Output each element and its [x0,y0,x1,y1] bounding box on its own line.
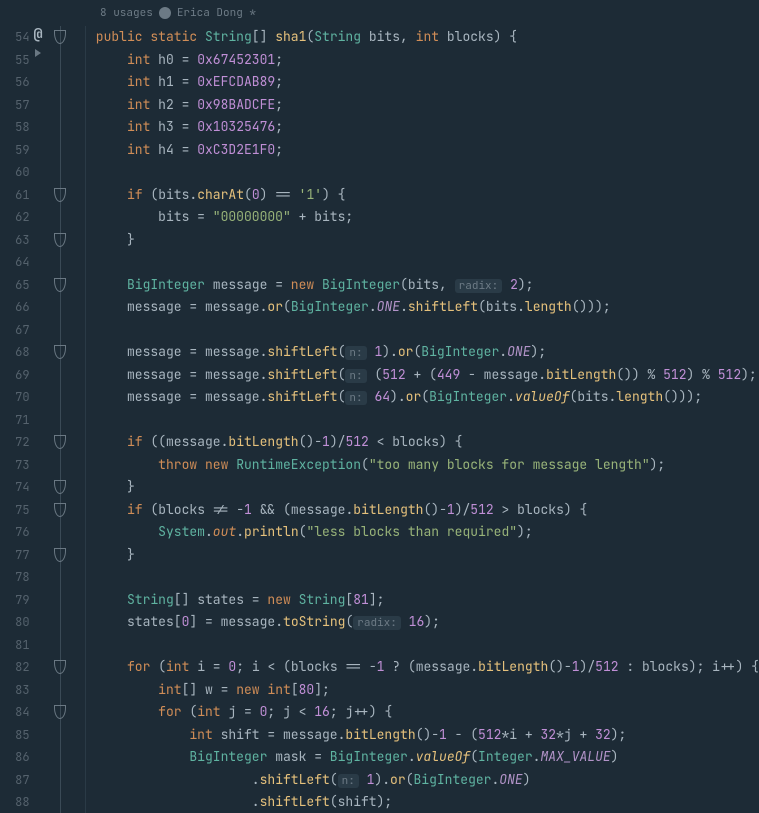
line-number[interactable]: 64 [0,251,30,274]
code-line[interactable]: if ((message.bitLength()-1)/512 < blocks… [96,431,759,454]
line-number[interactable]: 80 [0,611,30,634]
code-area[interactable]: public static String[] sha1(String bits,… [86,26,759,813]
line-number[interactable]: 78 [0,566,30,589]
line-number[interactable]: 58 [0,116,30,139]
line-number[interactable]: 86 [0,746,30,769]
line-number-gutter[interactable]: 5455565758596061626364656667686970717273… [0,26,36,813]
code-line[interactable]: BigInteger message = new BigInteger(bits… [96,274,759,297]
line-number[interactable]: 57 [0,94,30,117]
line-number[interactable]: 88 [0,791,30,813]
line-number[interactable]: 71 [0,409,30,432]
code-line[interactable]: bits = "00000000" + bits; [96,206,759,229]
line-number[interactable]: 77 [0,544,30,567]
code-line[interactable]: public static String[] sha1(String bits,… [96,26,759,49]
line-number[interactable]: 66 [0,296,30,319]
line-number[interactable]: 54 [0,26,30,49]
line-number[interactable]: 82 [0,656,30,679]
code-line[interactable]: } [96,544,759,567]
code-line[interactable]: int h4 = 0xC3D2E1F0; [96,139,759,162]
code-line[interactable]: } [96,229,759,252]
code-line[interactable] [96,566,759,589]
code-line[interactable]: throw new RuntimeException("too many blo… [96,454,759,477]
line-number[interactable]: 68 [0,341,30,364]
code-line[interactable]: message = message.shiftLeft(n: 1).or(Big… [96,341,759,364]
line-number[interactable]: 85 [0,724,30,747]
fold-icon[interactable] [53,30,67,44]
code-editor: 8 usages Erica Dong * 545556575859606162… [0,0,759,813]
line-number[interactable]: 59 [0,139,30,162]
line-number[interactable]: 61 [0,184,30,207]
line-number[interactable]: 81 [0,634,30,657]
code-line[interactable] [96,634,759,657]
code-line[interactable]: for (int j = 0; j < 16; j++) { [96,701,759,724]
code-line[interactable]: } [96,476,759,499]
fold-icon[interactable] [53,503,67,517]
line-number[interactable]: 76 [0,521,30,544]
fold-icon[interactable] [53,705,67,719]
line-number[interactable]: 87 [0,769,30,792]
fold-icon[interactable] [53,345,67,359]
code-line[interactable]: int h3 = 0x10325476; [96,116,759,139]
code-line[interactable]: message = message.shiftLeft(n: (512 + (4… [96,364,759,387]
line-number[interactable]: 72 [0,431,30,454]
code-line[interactable]: int h0 = 0x67452301; [96,49,759,72]
fold-icon[interactable] [53,435,67,449]
fold-icon[interactable] [53,548,67,562]
code-line[interactable] [96,161,759,184]
code-line[interactable]: BigInteger mask = BigInteger.valueOf(Int… [96,746,759,769]
code-line[interactable]: if (bits.charAt(0) == '1') { [96,184,759,207]
fold-icon[interactable] [53,188,67,202]
line-number[interactable]: 65 [0,274,30,297]
line-number[interactable]: 56 [0,71,30,94]
line-number[interactable]: 83 [0,679,30,702]
code-line[interactable]: System.out.println("less blocks than req… [96,521,759,544]
code-line[interactable]: int h1 = 0xEFCDAB89; [96,71,759,94]
code-line[interactable]: int shift = message.bitLength()-1 - (512… [96,724,759,747]
line-number[interactable]: 74 [0,476,30,499]
code-line[interactable] [96,319,759,342]
code-line[interactable]: String[] states = new String[81]; [96,589,759,612]
line-number[interactable]: 75 [0,499,30,522]
line-number[interactable]: 79 [0,589,30,612]
fold-icon[interactable] [53,480,67,494]
avatar-icon [159,7,171,19]
code-line[interactable] [96,409,759,432]
line-number[interactable]: 67 [0,319,30,342]
usages-hint[interactable]: 8 usages [100,6,153,20]
inlay-header: 8 usages Erica Dong * [0,0,759,26]
code-line[interactable]: int h2 = 0x98BADCFE; [96,94,759,117]
line-number[interactable]: 63 [0,229,30,252]
code-line[interactable]: for (int i = 0; i < (blocks == -1 ? (mes… [96,656,759,679]
line-number[interactable]: 84 [0,701,30,724]
annotation-icon[interactable]: @ [34,26,43,44]
code-line[interactable]: int[] w = new int[80]; [96,679,759,702]
code-line[interactable]: .shiftLeft(n: 1).or(BigInteger.ONE) [96,769,759,792]
run-icon[interactable] [31,46,45,60]
code-line[interactable]: message = message.shiftLeft(n: 64).or(Bi… [96,386,759,409]
fold-icon[interactable] [53,660,67,674]
author-hint[interactable]: Erica Dong * [177,6,256,20]
marker-gutter[interactable]: @ [36,26,86,813]
line-number[interactable]: 69 [0,364,30,387]
fold-icon[interactable] [53,278,67,292]
code-line[interactable]: if (blocks != -1 && (message.bitLength()… [96,499,759,522]
code-line[interactable]: states[0] = message.toString(radix: 16); [96,611,759,634]
line-number[interactable]: 70 [0,386,30,409]
code-line[interactable]: message = message.or(BigInteger.ONE.shif… [96,296,759,319]
line-number[interactable]: 62 [0,206,30,229]
line-number[interactable]: 73 [0,454,30,477]
vcs-track-line [60,26,61,813]
line-number[interactable]: 55 [0,49,30,72]
code-line[interactable] [96,251,759,274]
fold-icon[interactable] [53,233,67,247]
code-line[interactable]: .shiftLeft(shift); [96,791,759,813]
line-number[interactable]: 60 [0,161,30,184]
